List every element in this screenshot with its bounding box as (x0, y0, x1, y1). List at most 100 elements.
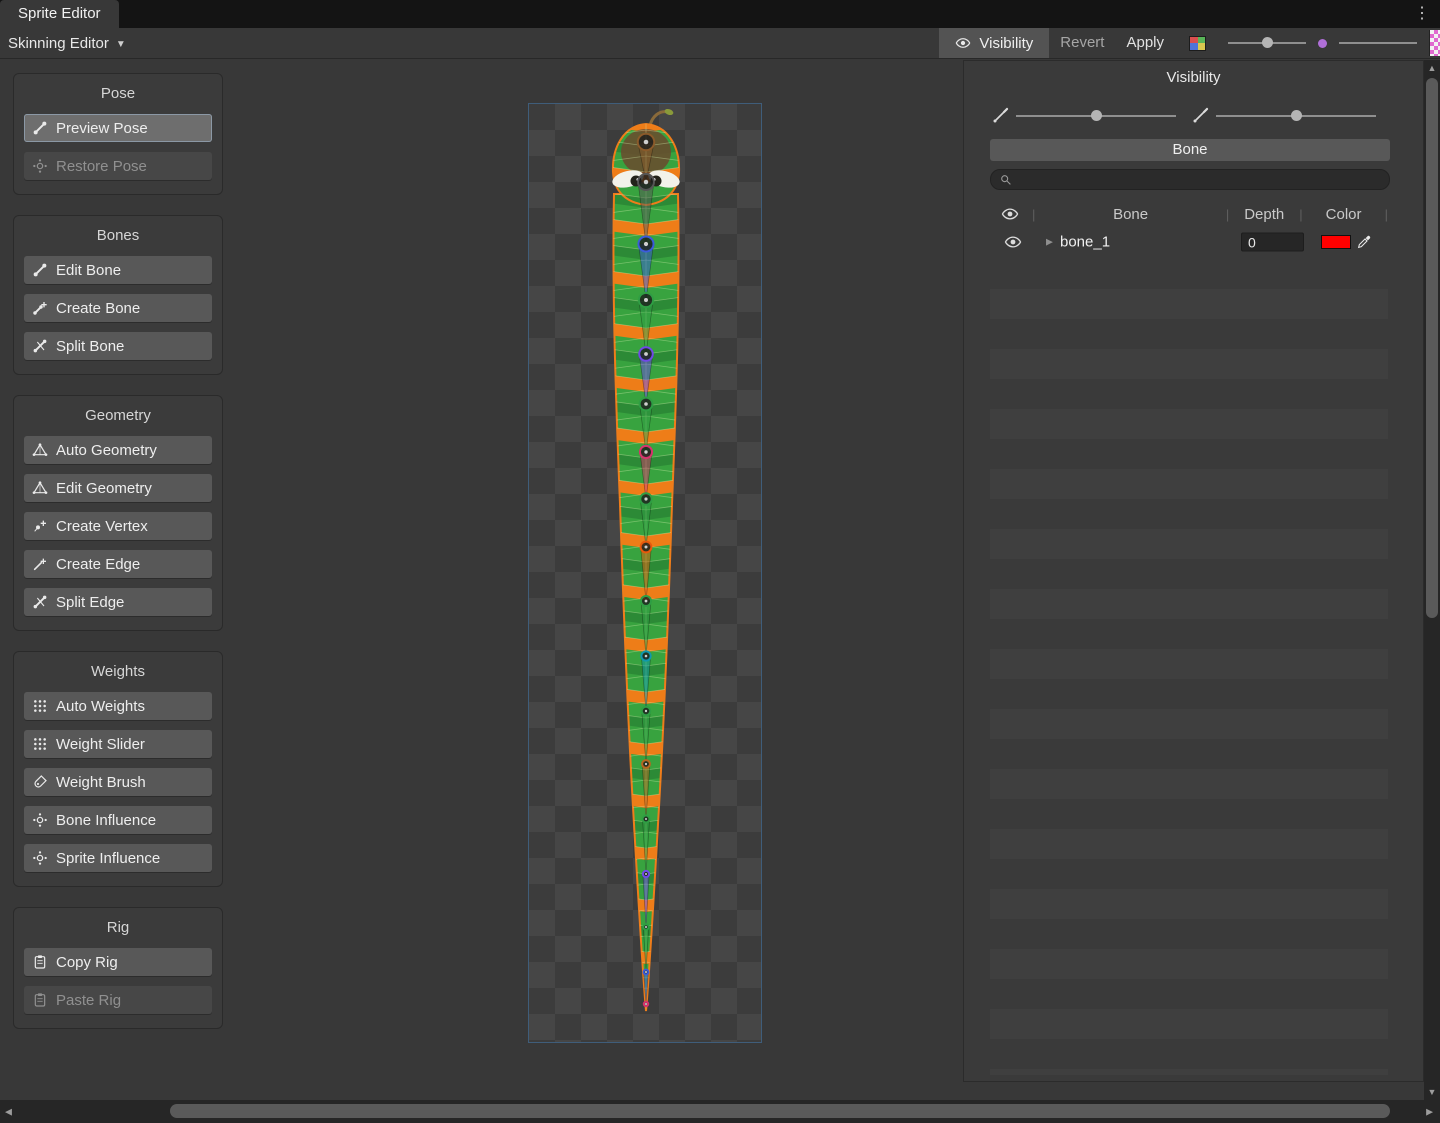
header-divider: | (1297, 207, 1304, 222)
button-edit-bone[interactable]: Edit Bone (24, 256, 212, 284)
eyedropper-icon[interactable] (1356, 234, 1372, 250)
group-title: Weights (24, 658, 212, 686)
scroll-right-arrow[interactable]: ▶ (1426, 1106, 1433, 1117)
skinning-editor-dropdown[interactable]: Skinning Editor ▼ (8, 28, 126, 58)
opacity-slider[interactable] (1339, 28, 1417, 58)
group-rig: Rig Copy Rig Paste Rig (13, 907, 223, 1029)
button-edit-geometry[interactable]: Edit Geometry (24, 474, 212, 502)
button-label: Split Bone (56, 338, 124, 355)
slider-knob[interactable] (1091, 110, 1102, 121)
horizontal-scrollbar[interactable]: ◀ ▶ (0, 1100, 1440, 1123)
button-label: Preview Pose (56, 120, 148, 137)
bone-opacity-icon (992, 106, 1010, 124)
weight-brush-icon (32, 774, 48, 790)
button-weight-slider[interactable]: Weight Slider (24, 730, 212, 758)
button-paste-rig[interactable]: Paste Rig (24, 986, 212, 1014)
group-title: Rig (24, 914, 212, 942)
bone-search-input[interactable] (1018, 172, 1381, 188)
expander-icon[interactable]: ▶ (1046, 237, 1053, 248)
row-stripe (990, 649, 1388, 679)
bone-column-header[interactable]: Bone (1037, 206, 1223, 223)
pattern-swatch-icon[interactable] (1429, 30, 1440, 56)
scroll-left-arrow[interactable]: ◀ (5, 1106, 12, 1117)
sprite-editor-tab[interactable]: Sprite Editor (0, 0, 119, 28)
slider-knob[interactable] (1291, 110, 1302, 121)
row-stripe (990, 589, 1388, 619)
button-sprite-influence[interactable]: Sprite Influence (24, 844, 212, 872)
button-label: Create Bone (56, 300, 140, 317)
sprite-canvas[interactable] (528, 103, 762, 1043)
button-label: Weight Slider (56, 736, 145, 753)
button-label: Restore Pose (56, 158, 147, 175)
sprout (650, 112, 668, 126)
row-stripe (990, 1069, 1388, 1075)
palette-icon[interactable] (1189, 36, 1206, 51)
button-create-vertex[interactable]: Create Vertex (24, 512, 212, 540)
mode-dropdown-label: Skinning Editor (8, 35, 109, 52)
edit-geometry-icon (32, 480, 48, 496)
color-dot-icon[interactable] (1318, 39, 1327, 48)
slider-knob[interactable] (1262, 37, 1273, 48)
button-label: Paste Rig (56, 992, 121, 1009)
button-preview-pose[interactable]: Preview Pose (24, 114, 212, 142)
horizontal-scroll-thumb[interactable] (170, 1104, 1390, 1118)
kebab-menu-icon[interactable]: ⋮ (1414, 0, 1430, 28)
button-label: Auto Weights (56, 698, 145, 715)
button-weight-brush[interactable]: Weight Brush (24, 768, 212, 796)
apply-button[interactable]: Apply (1115, 28, 1175, 58)
group-title: Geometry (24, 402, 212, 430)
vertical-scroll-thumb[interactable] (1426, 78, 1438, 618)
button-label: Auto Geometry (56, 442, 157, 459)
bone-tab-button[interactable]: Bone (990, 139, 1390, 161)
bone-name[interactable]: bone_1 (1060, 234, 1110, 251)
tool-panel: PosePreview PoseRestore PoseBonesEdit Bo… (13, 73, 223, 1049)
row-stripe (990, 859, 1388, 889)
header-divider: | (1383, 207, 1390, 222)
brush-size-slider[interactable] (1228, 28, 1306, 58)
restore-pose-icon (32, 158, 48, 174)
row-stripe (990, 799, 1388, 829)
bone-color-swatch[interactable] (1321, 235, 1351, 249)
group-title: Bones (24, 222, 212, 250)
eye-column-icon (1001, 205, 1019, 223)
eye-icon (955, 35, 971, 51)
bone-row: ▶ bone_1 (990, 227, 1390, 257)
depth-column-header[interactable]: Depth (1231, 206, 1297, 223)
row-stripe (990, 559, 1388, 589)
header-divider: | (1224, 207, 1231, 222)
group-weights: Weights Auto Weights Weight Slider Weight B… (13, 651, 223, 887)
button-copy-rig[interactable]: Copy Rig (24, 948, 212, 976)
button-split-bone[interactable]: Split Bone (24, 332, 212, 360)
bone-opacity-slider[interactable] (1016, 101, 1176, 131)
visibility-panel-title: Visibility (964, 69, 1423, 86)
button-create-bone[interactable]: Create Bone (24, 294, 212, 322)
button-split-edge[interactable]: Split Edge (24, 588, 212, 616)
auto-geometry-icon (32, 442, 48, 458)
button-auto-geometry[interactable]: Auto Geometry (24, 436, 212, 464)
create-vertex-icon (32, 518, 48, 534)
button-restore-pose[interactable]: Restore Pose (24, 152, 212, 180)
mesh-opacity-slider[interactable] (1216, 101, 1376, 131)
button-bone-influence[interactable]: Bone Influence (24, 806, 212, 834)
row-visibility-eye-icon[interactable] (1004, 233, 1022, 251)
scroll-up-arrow[interactable]: ▲ (1424, 63, 1440, 73)
row-stripe (990, 769, 1388, 799)
color-column-header[interactable]: Color (1305, 206, 1383, 223)
button-auto-weights[interactable]: Auto Weights (24, 692, 212, 720)
row-stripe (990, 439, 1388, 469)
row-stripe (990, 349, 1388, 379)
scroll-down-arrow[interactable]: ▼ (1424, 1087, 1440, 1097)
row-stripe (990, 829, 1388, 859)
visibility-toggle-button[interactable]: Visibility (939, 28, 1049, 58)
copy-rig-icon (32, 954, 48, 970)
split-edge-icon (32, 594, 48, 610)
depth-input[interactable] (1241, 233, 1304, 252)
revert-button[interactable]: Revert (1049, 28, 1115, 58)
button-create-edge[interactable]: Create Edge (24, 550, 212, 578)
bone-search[interactable] (990, 169, 1390, 190)
paste-rig-icon (32, 992, 48, 1008)
toolbar-right: Visibility Revert Apply (939, 28, 1440, 58)
vertical-scrollbar[interactable]: ▲ ▼ (1424, 60, 1440, 1100)
snake-sprite (529, 104, 763, 1043)
toolbar: Skinning Editor ▼ Visibility Revert Appl… (0, 28, 1440, 59)
